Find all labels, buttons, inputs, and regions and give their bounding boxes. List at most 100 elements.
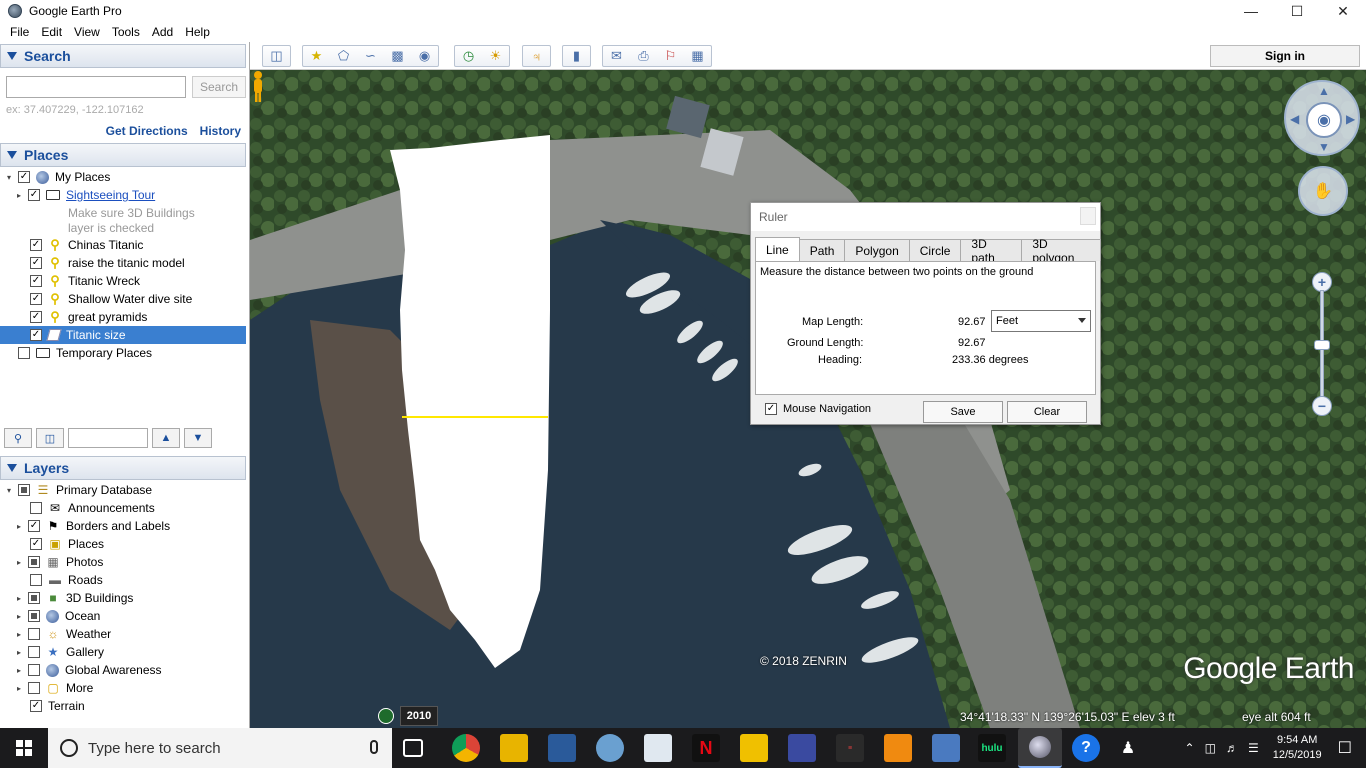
checkbox[interactable]: ✓ <box>28 189 40 201</box>
layer-item[interactable]: ▸ ■ 3D Buildings <box>0 589 246 607</box>
sidebar-toggle-icon[interactable]: ◫ <box>263 46 290 66</box>
checkbox[interactable]: ✓ <box>30 257 42 269</box>
checkbox[interactable]: ✓ <box>30 275 42 287</box>
record-tour-icon[interactable]: ◉ <box>411 46 438 66</box>
zoom-in-icon[interactable]: + <box>1312 272 1332 292</box>
expand-down-icon[interactable]: ▾ <box>4 485 14 495</box>
ruler-icon[interactable]: ▮ <box>563 46 590 66</box>
tree-item-sightseeing-tour[interactable]: ▸ ✓ Sightseeing Tour <box>0 186 246 204</box>
layer-item[interactable]: ✉ Announcements <box>0 499 246 517</box>
checkbox[interactable]: ✓ <box>30 293 42 305</box>
menu-edit[interactable]: Edit <box>35 25 68 39</box>
google-earth-taskbar-icon[interactable] <box>1018 728 1062 768</box>
expand-right-icon[interactable]: ▸ <box>14 647 24 657</box>
planets-icon[interactable]: ♃ <box>523 46 550 66</box>
checkbox[interactable] <box>28 664 40 676</box>
checkbox[interactable] <box>28 610 40 622</box>
street-view-pegman-icon[interactable] <box>250 70 266 104</box>
search-panel-header[interactable]: Search <box>0 44 246 68</box>
print-icon[interactable]: ⎙ <box>630 46 657 66</box>
expand-right-icon[interactable]: ▸ <box>14 611 24 621</box>
expand-right-icon[interactable]: ▸ <box>14 593 24 603</box>
tree-item-placemark[interactable]: ✓ ⚲ raise the titanic model <box>0 254 246 272</box>
layer-item[interactable]: ✓ ▣ Places <box>0 535 246 553</box>
checkbox[interactable] <box>30 574 42 586</box>
tree-item-primary-database[interactable]: ▾ ☰ Primary Database <box>0 481 246 499</box>
windows-start-icon[interactable] <box>0 728 48 768</box>
checkbox[interactable]: ✓ <box>30 329 42 341</box>
historical-imagery-icon[interactable]: ◷ <box>455 46 482 66</box>
zoom-knob[interactable] <box>1314 340 1330 350</box>
look-right-icon[interactable]: ▶ <box>1346 112 1355 126</box>
network-icon[interactable]: ◫ <box>1205 741 1216 755</box>
tree-item-label[interactable]: Sightseeing Tour <box>66 188 155 202</box>
add-path-icon[interactable]: ∽ <box>357 46 384 66</box>
search-input[interactable] <box>6 76 186 98</box>
search-places-icon[interactable]: ⚲ <box>4 428 32 448</box>
checkbox[interactable]: ✓ <box>30 311 42 323</box>
checkbox[interactable] <box>30 502 42 514</box>
toggle-panel-icon[interactable]: ◫ <box>36 428 64 448</box>
tab-line[interactable]: Line <box>755 237 800 261</box>
paint-icon[interactable] <box>596 734 624 762</box>
taskbar-clock[interactable]: 9:54 AM 12/5/2019 <box>1273 733 1322 763</box>
look-around-control[interactable]: ▲ ▼ ◀ ▶ ◉ <box>1284 80 1360 156</box>
close-button[interactable]: ✕ <box>1320 0 1366 22</box>
add-polygon-icon[interactable]: ⬠ <box>330 46 357 66</box>
tool-app-icon[interactable] <box>932 734 960 762</box>
chrome-icon[interactable] <box>452 734 480 762</box>
ruler-save-button[interactable]: Save <box>923 401 1003 423</box>
eye-icon[interactable]: ◉ <box>1306 102 1342 138</box>
mouse-navigation-checkbox[interactable]: ✓ <box>765 403 777 415</box>
ruler-close-button[interactable] <box>1080 207 1096 225</box>
tab-path[interactable]: Path <box>798 239 846 261</box>
save-image-icon[interactable]: ▦ <box>684 46 711 66</box>
pan-control-hand-icon[interactable]: ✋ <box>1298 166 1348 216</box>
expand-down-icon[interactable]: ▾ <box>4 172 14 182</box>
sticky-notes-icon[interactable] <box>740 734 768 762</box>
mouse-navigation-option[interactable]: ✓ Mouse Navigation <box>765 403 871 415</box>
expand-right-icon[interactable]: ▸ <box>14 521 24 531</box>
tree-item-placemark[interactable]: ✓ ⚲ Titanic Wreck <box>0 272 246 290</box>
unit-select[interactable]: Feet <box>991 310 1091 332</box>
checkbox[interactable]: ✓ <box>30 538 42 550</box>
look-left-icon[interactable]: ◀ <box>1290 112 1299 126</box>
show-hidden-icons-chevron-icon[interactable]: ⌃ <box>1185 741 1195 755</box>
layer-item[interactable]: ▸ ▢ More <box>0 679 246 697</box>
layer-item[interactable]: ▸ Ocean <box>0 607 246 625</box>
get-directions-link[interactable]: Get Directions <box>106 124 188 138</box>
menu-tools[interactable]: Tools <box>106 25 146 39</box>
places-panel-header[interactable]: Places <box>0 143 246 167</box>
checkbox[interactable]: ✓ <box>28 520 40 532</box>
expand-right-icon[interactable]: ▸ <box>14 557 24 567</box>
layer-item[interactable]: ▸ ▦ Photos <box>0 553 246 571</box>
people-icon[interactable]: ♟ <box>1114 734 1142 762</box>
zoom-out-icon[interactable]: − <box>1312 396 1332 416</box>
expand-right-icon[interactable]: ▸ <box>14 683 24 693</box>
file-explorer-icon[interactable] <box>500 734 528 762</box>
menu-file[interactable]: File <box>4 25 35 39</box>
checkbox[interactable]: ✓ <box>18 171 30 183</box>
layer-item[interactable]: ▸ Global Awareness <box>0 661 246 679</box>
look-up-icon[interactable]: ▲ <box>1318 84 1330 98</box>
netflix-icon[interactable]: N <box>692 734 720 762</box>
layer-item[interactable]: ▬ Roads <box>0 571 246 589</box>
menu-add[interactable]: Add <box>146 25 179 39</box>
tree-item-placemark[interactable]: ✓ ⚲ Shallow Water dive site <box>0 290 246 308</box>
checkbox[interactable] <box>18 484 30 496</box>
menu-view[interactable]: View <box>68 25 106 39</box>
search-button[interactable]: Search <box>192 76 246 98</box>
history-link[interactable]: History <box>200 124 241 138</box>
email-icon[interactable]: ✉ <box>603 46 630 66</box>
add-placemark-icon[interactable]: ★ <box>303 46 330 66</box>
sunlight-icon[interactable]: ☀ <box>482 46 509 66</box>
task-view-icon[interactable] <box>403 739 423 757</box>
hulu-icon[interactable]: hulu <box>978 734 1006 762</box>
microphone-icon[interactable] <box>370 740 378 754</box>
move-down-icon[interactable]: ▼ <box>184 428 212 448</box>
layers-panel-header[interactable]: Layers <box>0 456 246 480</box>
checkbox[interactable]: ✓ <box>30 239 42 251</box>
checkbox[interactable] <box>28 628 40 640</box>
ruler-clear-button[interactable]: Clear <box>1007 401 1087 423</box>
tab-polygon[interactable]: Polygon <box>844 239 910 261</box>
